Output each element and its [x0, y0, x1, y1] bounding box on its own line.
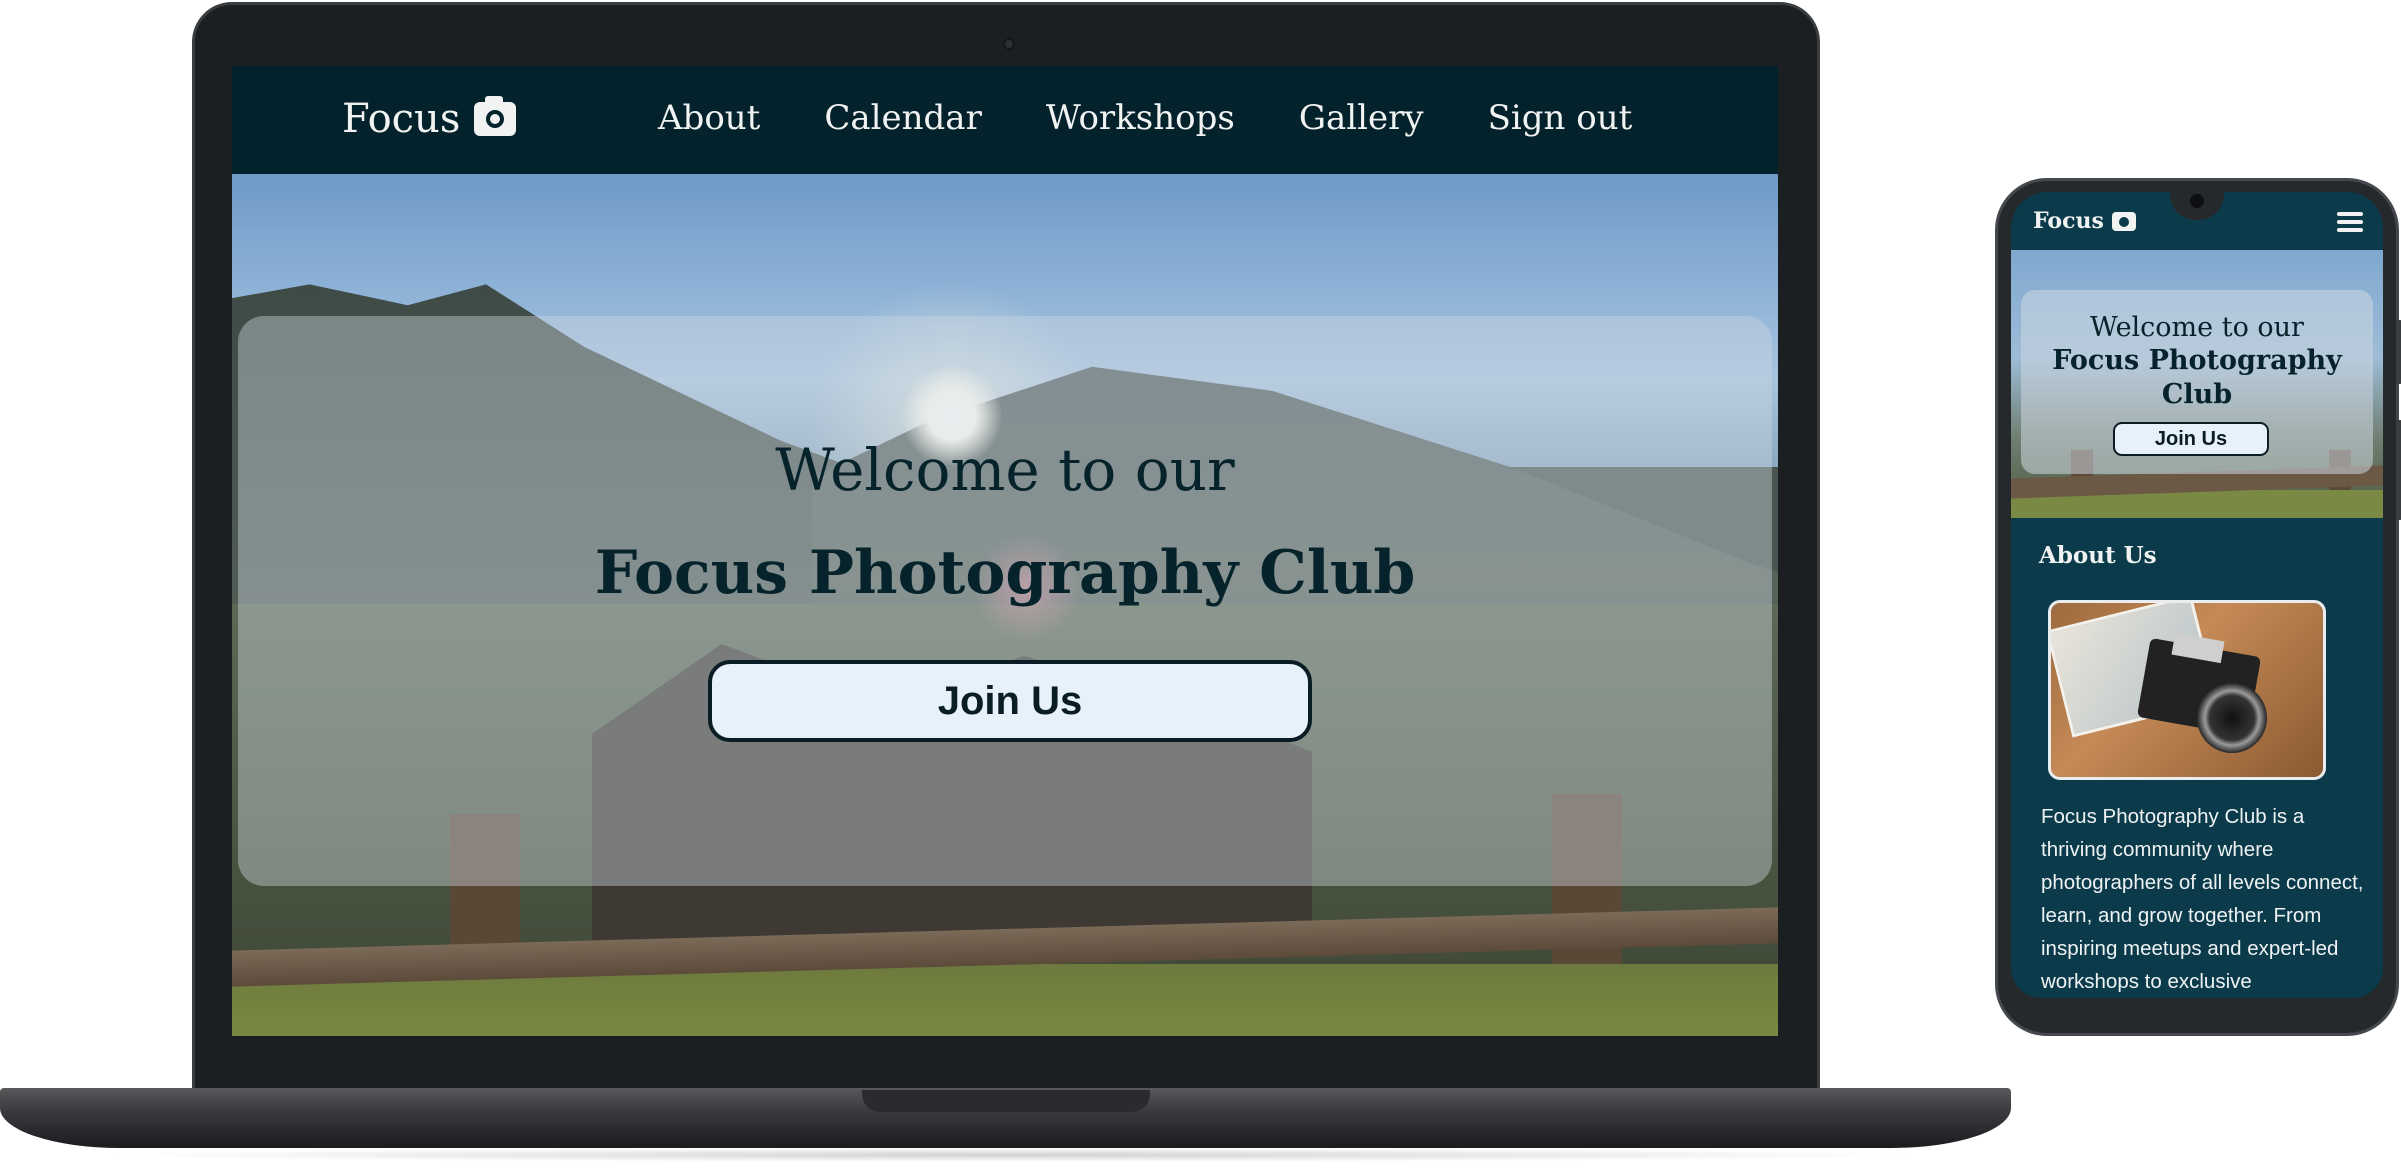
mobile-hero-overlay-card: Welcome to our Focus Photography Club Jo…: [2021, 290, 2373, 474]
about-us-heading: About Us: [2039, 542, 2157, 569]
camera-icon: [474, 96, 517, 136]
about-us-image: [2048, 600, 2326, 780]
hero-section: Welcome to our Focus Photography Club Jo…: [232, 174, 1778, 1036]
nav-link-sign-out[interactable]: Sign out: [1488, 98, 1633, 138]
mobile-brand-name: Focus: [2033, 208, 2104, 234]
nav-link-workshops[interactable]: Workshops: [1046, 98, 1235, 138]
top-navbar: Focus About Calendar Workshops Gallery S…: [232, 66, 1778, 174]
nav-link-calendar[interactable]: Calendar: [824, 98, 981, 138]
mobile-brand-logo[interactable]: Focus: [2033, 208, 2136, 234]
nav-link-gallery[interactable]: Gallery: [1299, 98, 1424, 138]
laptop-webcam: [1003, 38, 1015, 50]
phone-side-button: [2396, 420, 2401, 520]
nav-links: About Calendar Workshops Gallery Sign ou…: [658, 98, 1632, 138]
mobile-join-us-button[interactable]: Join Us: [2113, 422, 2269, 456]
hamburger-menu-icon[interactable]: [2337, 212, 2363, 232]
brand-logo[interactable]: Focus: [342, 96, 517, 142]
brand-name: Focus: [342, 96, 461, 142]
hero-heading-line-1: Welcome to our: [775, 436, 1235, 504]
laptop-bezel-bottom: [195, 1036, 1817, 1086]
nav-link-about[interactable]: About: [658, 98, 760, 138]
hero-overlay-card: Welcome to our Focus Photography Club Jo…: [238, 316, 1772, 886]
laptop-shadow: [90, 1148, 1930, 1162]
mobile-hero-heading-line-2: Focus Photography Club: [2052, 345, 2342, 410]
about-us-paragraph: Focus Photography Club is a thriving com…: [2041, 805, 2364, 993]
camera-lens: [2197, 683, 2267, 753]
phone-side-button: [2396, 320, 2401, 384]
laptop-opening-notch: [862, 1090, 1150, 1112]
hero-heading-line-2: Focus Photography Club: [594, 538, 1416, 608]
mobile-website: Focus Welcome to our Focus Photography C…: [2011, 192, 2383, 998]
join-us-button[interactable]: Join Us: [708, 660, 1312, 742]
mobile-hero-section: Welcome to our Focus Photography Club Jo…: [2011, 250, 2383, 518]
camera-icon: [2111, 211, 2136, 231]
mobile-hero-heading-line-1: Welcome to our: [2090, 312, 2304, 343]
desktop-website: Focus About Calendar Workshops Gallery S…: [232, 66, 1778, 1036]
